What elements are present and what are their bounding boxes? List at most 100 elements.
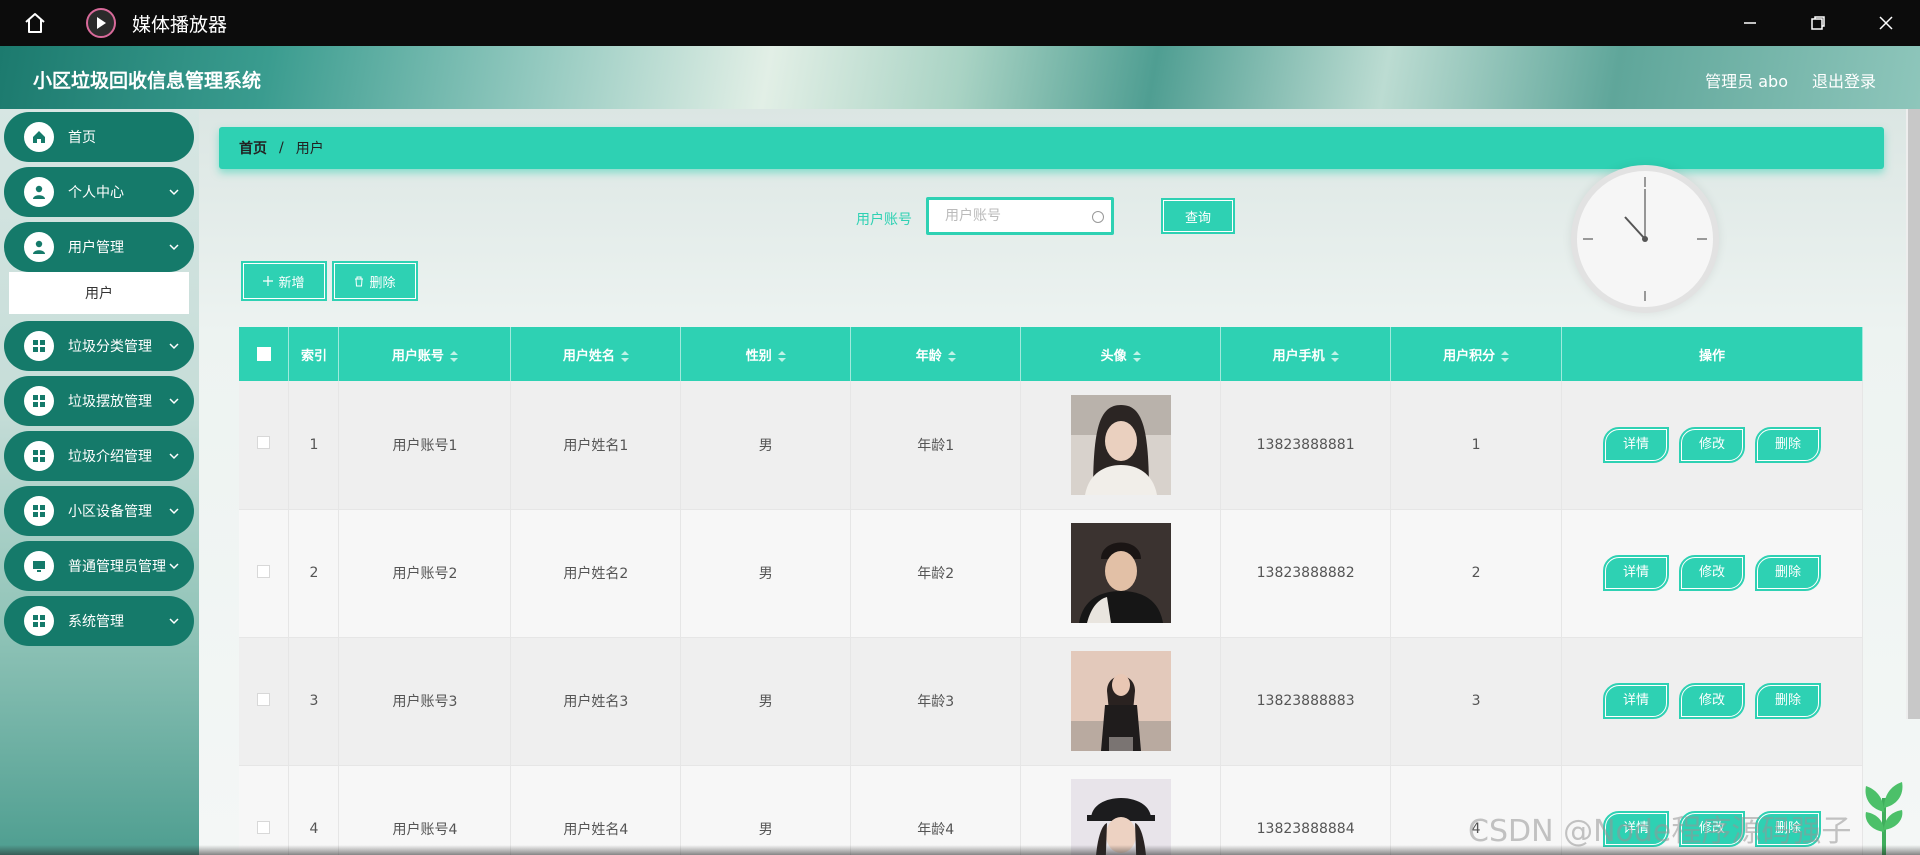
chevron-down-icon (169, 563, 179, 570)
trash-icon (355, 276, 364, 286)
maximize-button[interactable] (1784, 0, 1852, 46)
column-header-label: 用户姓名 (562, 348, 615, 364)
delete-button[interactable]: 删除 (1755, 683, 1822, 719)
window-titlebar: 媒体播放器 (0, 0, 1920, 46)
logout-link[interactable]: 退出登录 (1812, 68, 1876, 92)
cell-name: 用户姓名4 (510, 765, 682, 855)
cell-points: 3 (1390, 637, 1563, 766)
row-checkbox[interactable] (257, 564, 271, 578)
row-checkbox[interactable] (257, 692, 271, 706)
column-header-index: 索引 (288, 327, 340, 381)
row-select-cell (239, 381, 290, 510)
clock-decoration (1571, 165, 1719, 313)
cell-index: 1 (288, 381, 340, 510)
minimize-button[interactable] (1716, 0, 1784, 46)
sidebar-item-home[interactable]: 首页 (4, 112, 194, 162)
sidebar-item-profile[interactable]: 个人中心 (4, 167, 194, 217)
chevron-down-icon (169, 244, 179, 251)
avatar-image[interactable] (1070, 779, 1171, 855)
chevron-down-icon (169, 618, 179, 625)
batch-delete-button[interactable]: 删除 (332, 261, 418, 301)
column-header-points[interactable]: 用户积分 (1390, 327, 1563, 381)
column-header-gender[interactable]: 性别 (680, 327, 852, 381)
plant-decoration-icon (1865, 782, 1903, 855)
sidebar-item-waste-placement[interactable]: 垃圾摆放管理 (4, 376, 194, 426)
detail-button[interactable]: 详情 (1603, 426, 1670, 463)
column-header-account[interactable]: 用户账号 (338, 327, 512, 381)
column-header-label: 用户手机 (1272, 348, 1325, 364)
delete-button[interactable]: 删除 (1755, 426, 1822, 463)
avatar-image[interactable] (1070, 651, 1171, 751)
breadcrumb-current: 用户 (295, 141, 324, 157)
maximize-icon (1811, 16, 1825, 30)
detail-button[interactable]: 详情 (1603, 683, 1670, 719)
column-header-label: 性别 (745, 348, 772, 364)
column-header-name[interactable]: 用户姓名 (510, 327, 682, 381)
page-scrollbar[interactable] (1906, 109, 1920, 719)
breadcrumb-home[interactable]: 首页 (239, 138, 267, 158)
app-header: 小区垃圾回收信息管理系统 管理员 abo 退出登录 (0, 46, 1920, 109)
home-icon (24, 122, 54, 152)
edit-button[interactable]: 修改 (1679, 555, 1746, 591)
grid-icon (24, 606, 54, 636)
search-input[interactable] (926, 197, 1114, 235)
grid-icon (24, 441, 54, 471)
cell-phone: 13823888884 (1220, 765, 1392, 855)
cell-avatar (1020, 381, 1222, 510)
sidebar-item-admins[interactable]: 普通管理员管理 (4, 541, 194, 591)
cell-points: 2 (1390, 509, 1563, 638)
cell-age: 年龄4 (850, 765, 1022, 855)
sidebar-item-user-management[interactable]: 用户管理 (4, 222, 194, 272)
cell-name: 用户姓名1 (510, 381, 682, 510)
batch-delete-label: 删除 (369, 275, 396, 291)
cell-age: 年龄3 (850, 637, 1022, 766)
chevron-down-icon (169, 508, 179, 515)
query-button[interactable]: 查询 (1161, 198, 1235, 234)
select-all-checkbox[interactable] (256, 347, 271, 361)
grid-icon (24, 496, 54, 526)
sidebar-subitem-users[interactable]: 用户 (9, 272, 189, 314)
column-header-phone[interactable]: 用户手机 (1220, 327, 1392, 381)
close-icon (1879, 16, 1893, 30)
cell-gender: 男 (680, 637, 852, 766)
select-all-cell (239, 327, 290, 381)
sidebar-item-waste-intro[interactable]: 垃圾介绍管理 (4, 431, 194, 481)
row-checkbox[interactable] (257, 436, 271, 450)
clock-icon (1583, 177, 1707, 301)
user-icon (24, 232, 54, 262)
sidebar-item-label: 普通管理员管理 (68, 559, 166, 575)
delete-button[interactable]: 删除 (1755, 555, 1822, 591)
sidebar-item-waste-category[interactable]: 垃圾分类管理 (4, 321, 194, 371)
cell-actions: 详情 修改 删除 (1561, 637, 1863, 766)
grid-icon (24, 331, 54, 361)
close-button[interactable] (1852, 0, 1920, 46)
edit-button[interactable]: 修改 (1679, 683, 1746, 719)
cell-points: 1 (1390, 381, 1563, 510)
plus-icon (263, 276, 274, 286)
edit-button[interactable]: 修改 (1679, 426, 1746, 463)
sidebar-item-label: 首页 (68, 130, 96, 146)
sidebar-item-devices[interactable]: 小区设备管理 (4, 486, 194, 536)
sidebar-item-label: 个人中心 (68, 185, 124, 201)
home-button[interactable] (0, 0, 70, 46)
cell-name: 用户姓名2 (510, 509, 682, 638)
chevron-down-icon (169, 343, 179, 350)
row-checkbox[interactable] (257, 820, 271, 834)
add-button[interactable]: 新增 (241, 261, 327, 301)
detail-button[interactable]: 详情 (1603, 555, 1670, 591)
sidebar: 首页 个人中心 用户管理 用户 垃圾分类管理 垃圾摆放管理 垃圾介绍管理 小区设… (0, 109, 199, 855)
breadcrumb-separator: / (279, 140, 284, 156)
cell-name: 用户姓名3 (510, 637, 682, 766)
column-header-avatar[interactable]: 头像 (1020, 327, 1222, 381)
sidebar-item-label: 用户管理 (68, 240, 124, 256)
search-label: 用户账号 (856, 212, 912, 228)
column-header-label: 操作 (1699, 348, 1726, 364)
avatar-image[interactable] (1070, 523, 1171, 623)
search-icon (1092, 211, 1104, 223)
sidebar-item-system[interactable]: 系统管理 (4, 596, 194, 646)
avatar-image[interactable] (1070, 394, 1171, 495)
grid-icon (24, 386, 54, 416)
column-header-label: 年龄 (915, 348, 942, 364)
sort-icon (777, 350, 786, 362)
column-header-age[interactable]: 年龄 (850, 327, 1022, 381)
